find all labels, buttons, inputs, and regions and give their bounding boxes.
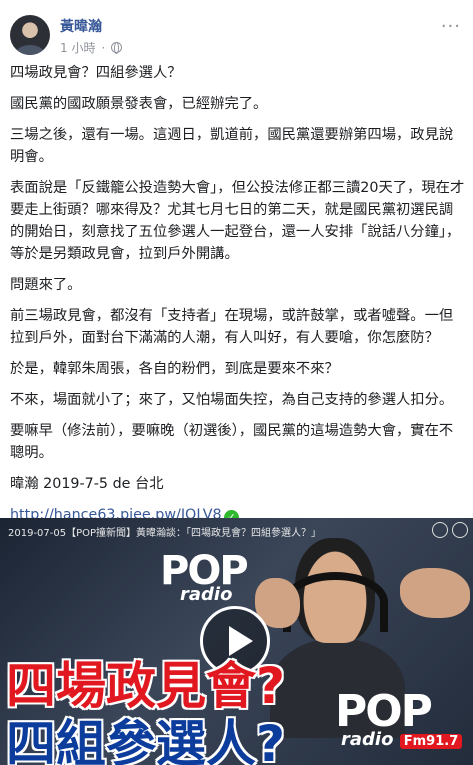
post-timestamp[interactable]: 1 小時 — [60, 39, 95, 56]
pop-radio-logo-corner: POP radio Fm91.7 — [335, 686, 473, 765]
post-paragraph: 四場政見會？四組參選人？ — [10, 65, 182, 81]
avatar[interactable] — [10, 15, 50, 55]
post-paragraph: 要嘛早（修法前），要嘛晚（初選後），國民黨的這場造勢大會，實在不聰明。 — [10, 423, 454, 461]
post-paragraph: 三場之後，還有一場。這週日，凱道前，國民黨還要辦第四場，政見說明會。 — [10, 127, 454, 165]
logo-fm-badge: Fm91.7 — [399, 734, 463, 749]
post-header: 黃暐瀚 1 小時 · ··· — [0, 0, 473, 62]
post-body: 四場政見會？四組參選人？ 國民黨的國政願景發表會，已經辦完了。 三場之後，還有一… — [10, 62, 465, 535]
host-hand — [400, 568, 470, 618]
post-signature: 暐瀚 2019-7-5 de 台北 — [10, 476, 164, 492]
post-meta: 1 小時 · — [60, 39, 123, 56]
author-name[interactable]: 黃暐瀚 — [60, 16, 102, 36]
post-paragraph: 國民黨的國政願景發表會，已經辦完了。 — [10, 96, 268, 112]
more-options-icon[interactable]: ··· — [441, 16, 461, 37]
clock-icon[interactable] — [432, 522, 448, 538]
post-paragraph: 於是，韓郭朱周張，各自的粉們，到底是要來不來？ — [10, 361, 339, 377]
post-paragraph: 不來，場面就小了；來了，又怕場面失控，為自己支持的參選人扣分。 — [10, 392, 454, 408]
logo-radio-text: radio — [341, 729, 394, 750]
globe-icon[interactable] — [111, 42, 123, 54]
post-paragraph: 問題來了。 — [10, 277, 82, 293]
share-icon[interactable] — [452, 522, 468, 538]
logo-radio-row: radio Fm91.7 — [341, 729, 473, 750]
separator-dot: · — [101, 40, 106, 55]
video-headline-2: 四組參選人? — [4, 714, 286, 765]
video-player[interactable]: 2019-07-05【POP撞新聞】黃暐瀚談：「四場政見會？四組參選人？」 PO… — [0, 518, 473, 765]
video-title[interactable]: 2019-07-05【POP撞新聞】黃暐瀚談：「四場政見會？四組參選人？」 — [8, 524, 408, 539]
post-paragraph: 表面說是「反鐵籠公投造勢大會」，但公投法修正都三讀20天了，現在才要走上街頭？哪… — [10, 180, 465, 262]
post-paragraph: 前三場政見會，都沒有「支持者」在現場，或許鼓掌，或者噓聲。一但拉到戶外，面對台下… — [10, 308, 454, 346]
